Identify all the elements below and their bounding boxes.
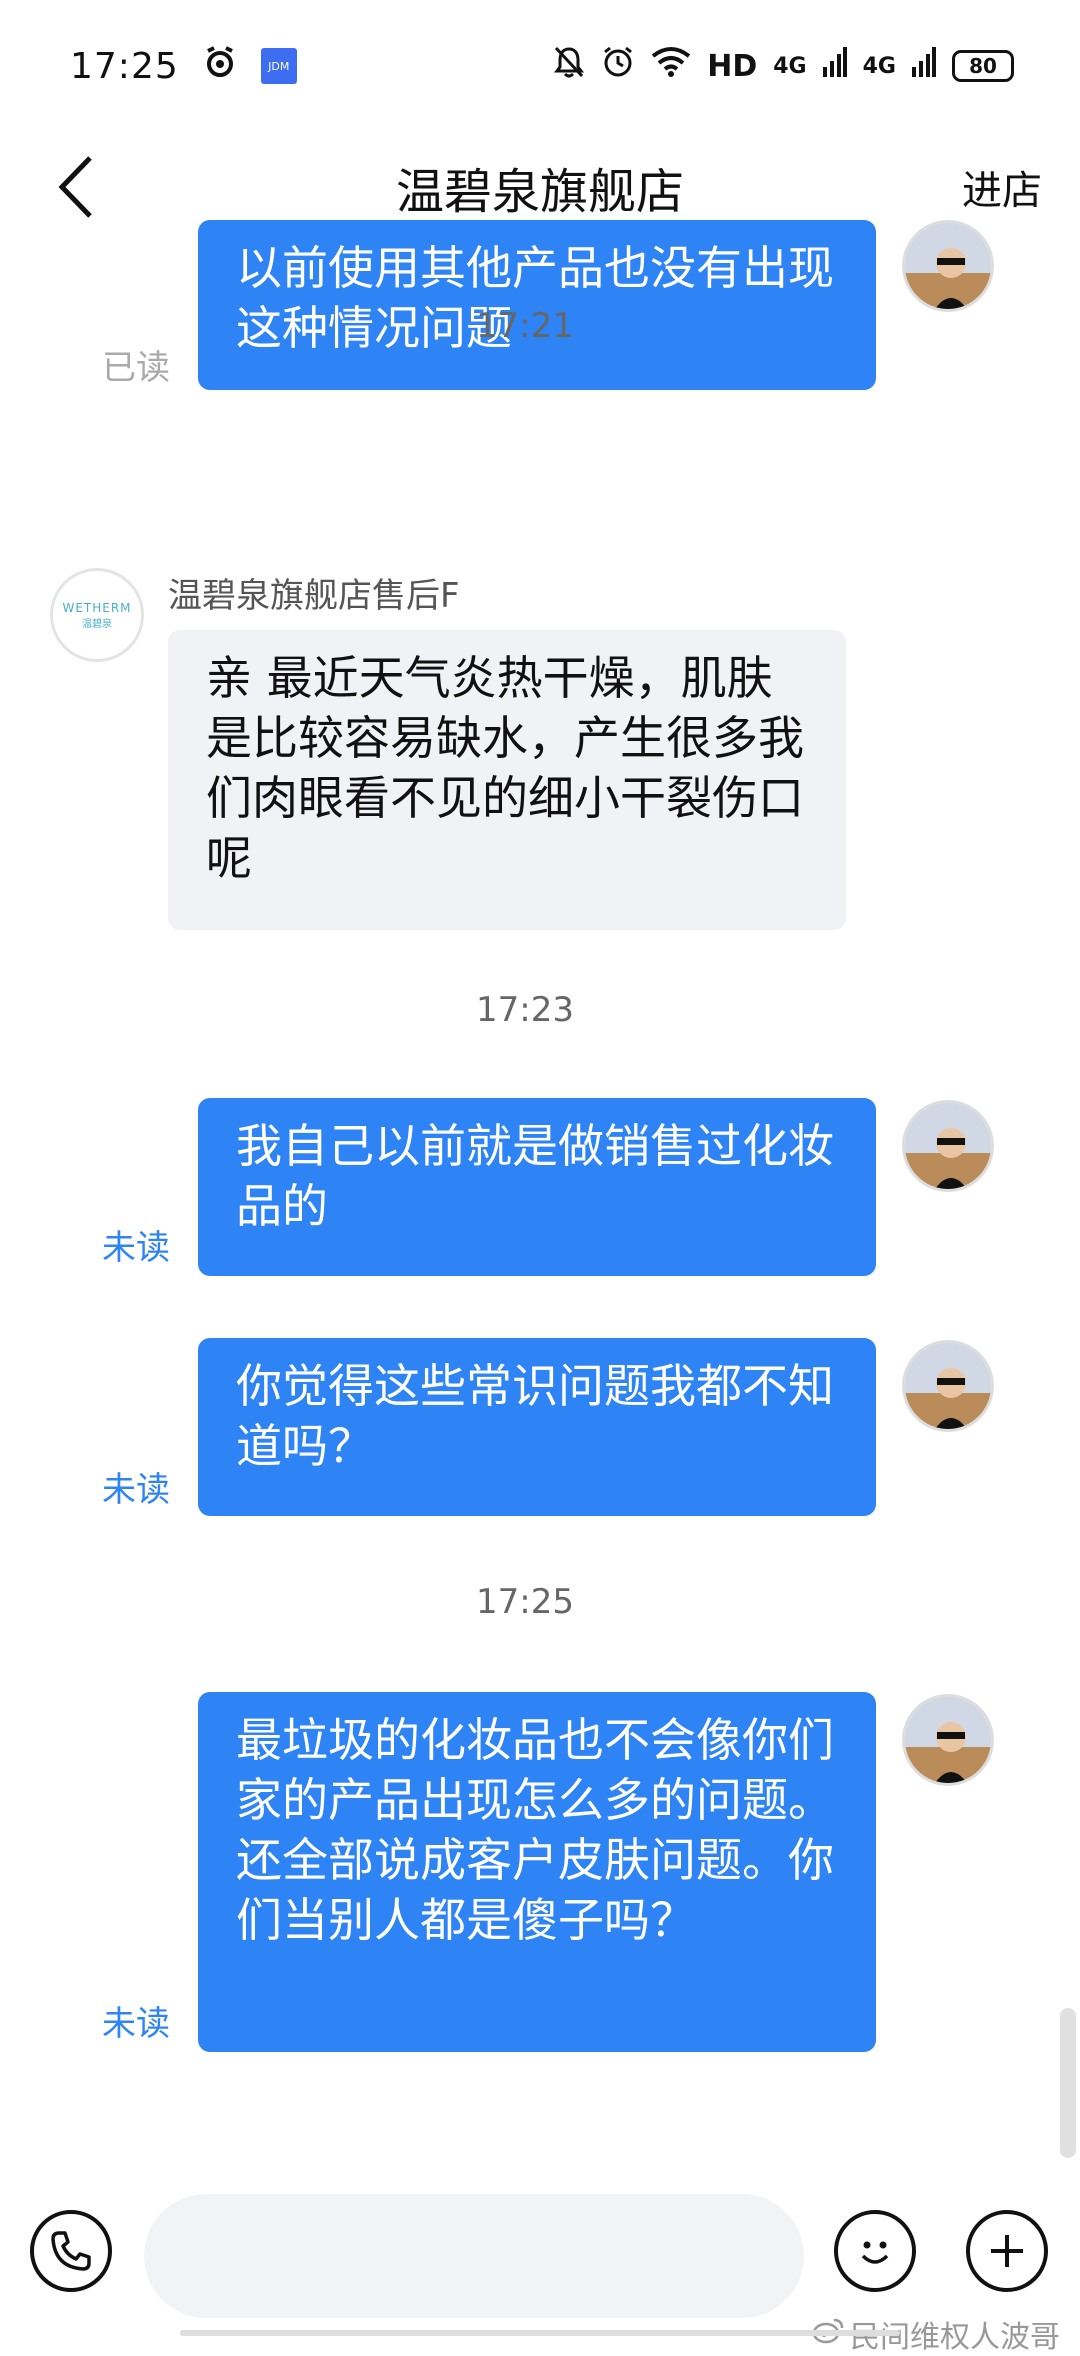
mute-bell-icon (553, 45, 585, 88)
alarm-clock-icon (203, 45, 237, 88)
signal-bars-icon (912, 46, 936, 86)
app-badge-icon: JDM (260, 48, 297, 84)
status-bar: 17:25 JDM HD 4G 4G 80 (0, 0, 1080, 132)
timestamp: 17:25 (476, 1582, 574, 1622)
enter-store-button[interactable]: 进店 (962, 158, 1042, 216)
chevron-left-icon (58, 156, 92, 218)
home-indicator[interactable] (180, 2330, 900, 2336)
user-avatar[interactable] (902, 1100, 994, 1192)
emoji-button[interactable] (834, 2210, 916, 2292)
wifi-icon (651, 46, 691, 87)
scrollbar-thumb[interactable] (1060, 2008, 1076, 2158)
timestamp: 17:23 (476, 990, 574, 1030)
user-avatar[interactable] (902, 1694, 994, 1786)
back-button[interactable] (50, 152, 110, 222)
unread-status: 未读 (102, 1470, 170, 1510)
network-4g-label-2: 4G (862, 53, 896, 79)
unread-status: 未读 (102, 2004, 170, 2044)
phone-icon (51, 2231, 91, 2271)
hd-indicator: HD (707, 48, 758, 84)
read-status: 已读 (102, 348, 170, 388)
outgoing-bubble[interactable]: 以前使用其他产品也没有出现这种情况问题 (198, 220, 876, 390)
network-4g-label-1: 4G (773, 53, 807, 79)
sender-name: 温碧泉旗舰店售后F (168, 576, 460, 616)
more-options-button[interactable] (966, 2210, 1048, 2292)
chat-messages[interactable]: 以前使用其他产品也没有出现这种情况问题 已读 17:21 WETHERM 温碧泉… (0, 220, 1080, 2170)
unread-status: 未读 (102, 1228, 170, 1268)
message-input[interactable] (144, 2194, 804, 2318)
outgoing-bubble[interactable]: 你觉得这些常识问题我都不知道吗？ (198, 1338, 876, 1516)
incoming-bubble[interactable]: 亲 最近天气炎热干燥，肌肤是比较容易缺水，产生很多我们肉眼看不见的细小干裂伤口呢 (168, 630, 846, 930)
phone-call-button[interactable] (30, 2210, 112, 2292)
outgoing-bubble[interactable]: 我自己以前就是做销售过化妆品的 (198, 1098, 876, 1276)
timestamp: 17:21 (476, 306, 574, 346)
shop-avatar-logo-subtext: 温碧泉 (82, 618, 112, 630)
shop-avatar[interactable]: WETHERM 温碧泉 (50, 568, 144, 662)
battery-indicator: 80 (952, 50, 1014, 82)
page-title: 温碧泉旗舰店 (395, 164, 684, 220)
outgoing-bubble[interactable]: 最垃圾的化妆品也不会像你们家的产品出现怎么多的问题。还全部说成客户皮肤问题。你们… (198, 1692, 876, 2052)
shop-avatar-logo-text: WETHERM (62, 600, 132, 615)
status-time: 17:25 (70, 45, 179, 87)
alarm-icon (601, 45, 635, 88)
user-avatar[interactable] (902, 1340, 994, 1432)
plus-icon (991, 2235, 1023, 2267)
user-avatar[interactable] (902, 220, 994, 312)
signal-bars-icon (822, 46, 847, 86)
smiley-icon (861, 2241, 889, 2264)
